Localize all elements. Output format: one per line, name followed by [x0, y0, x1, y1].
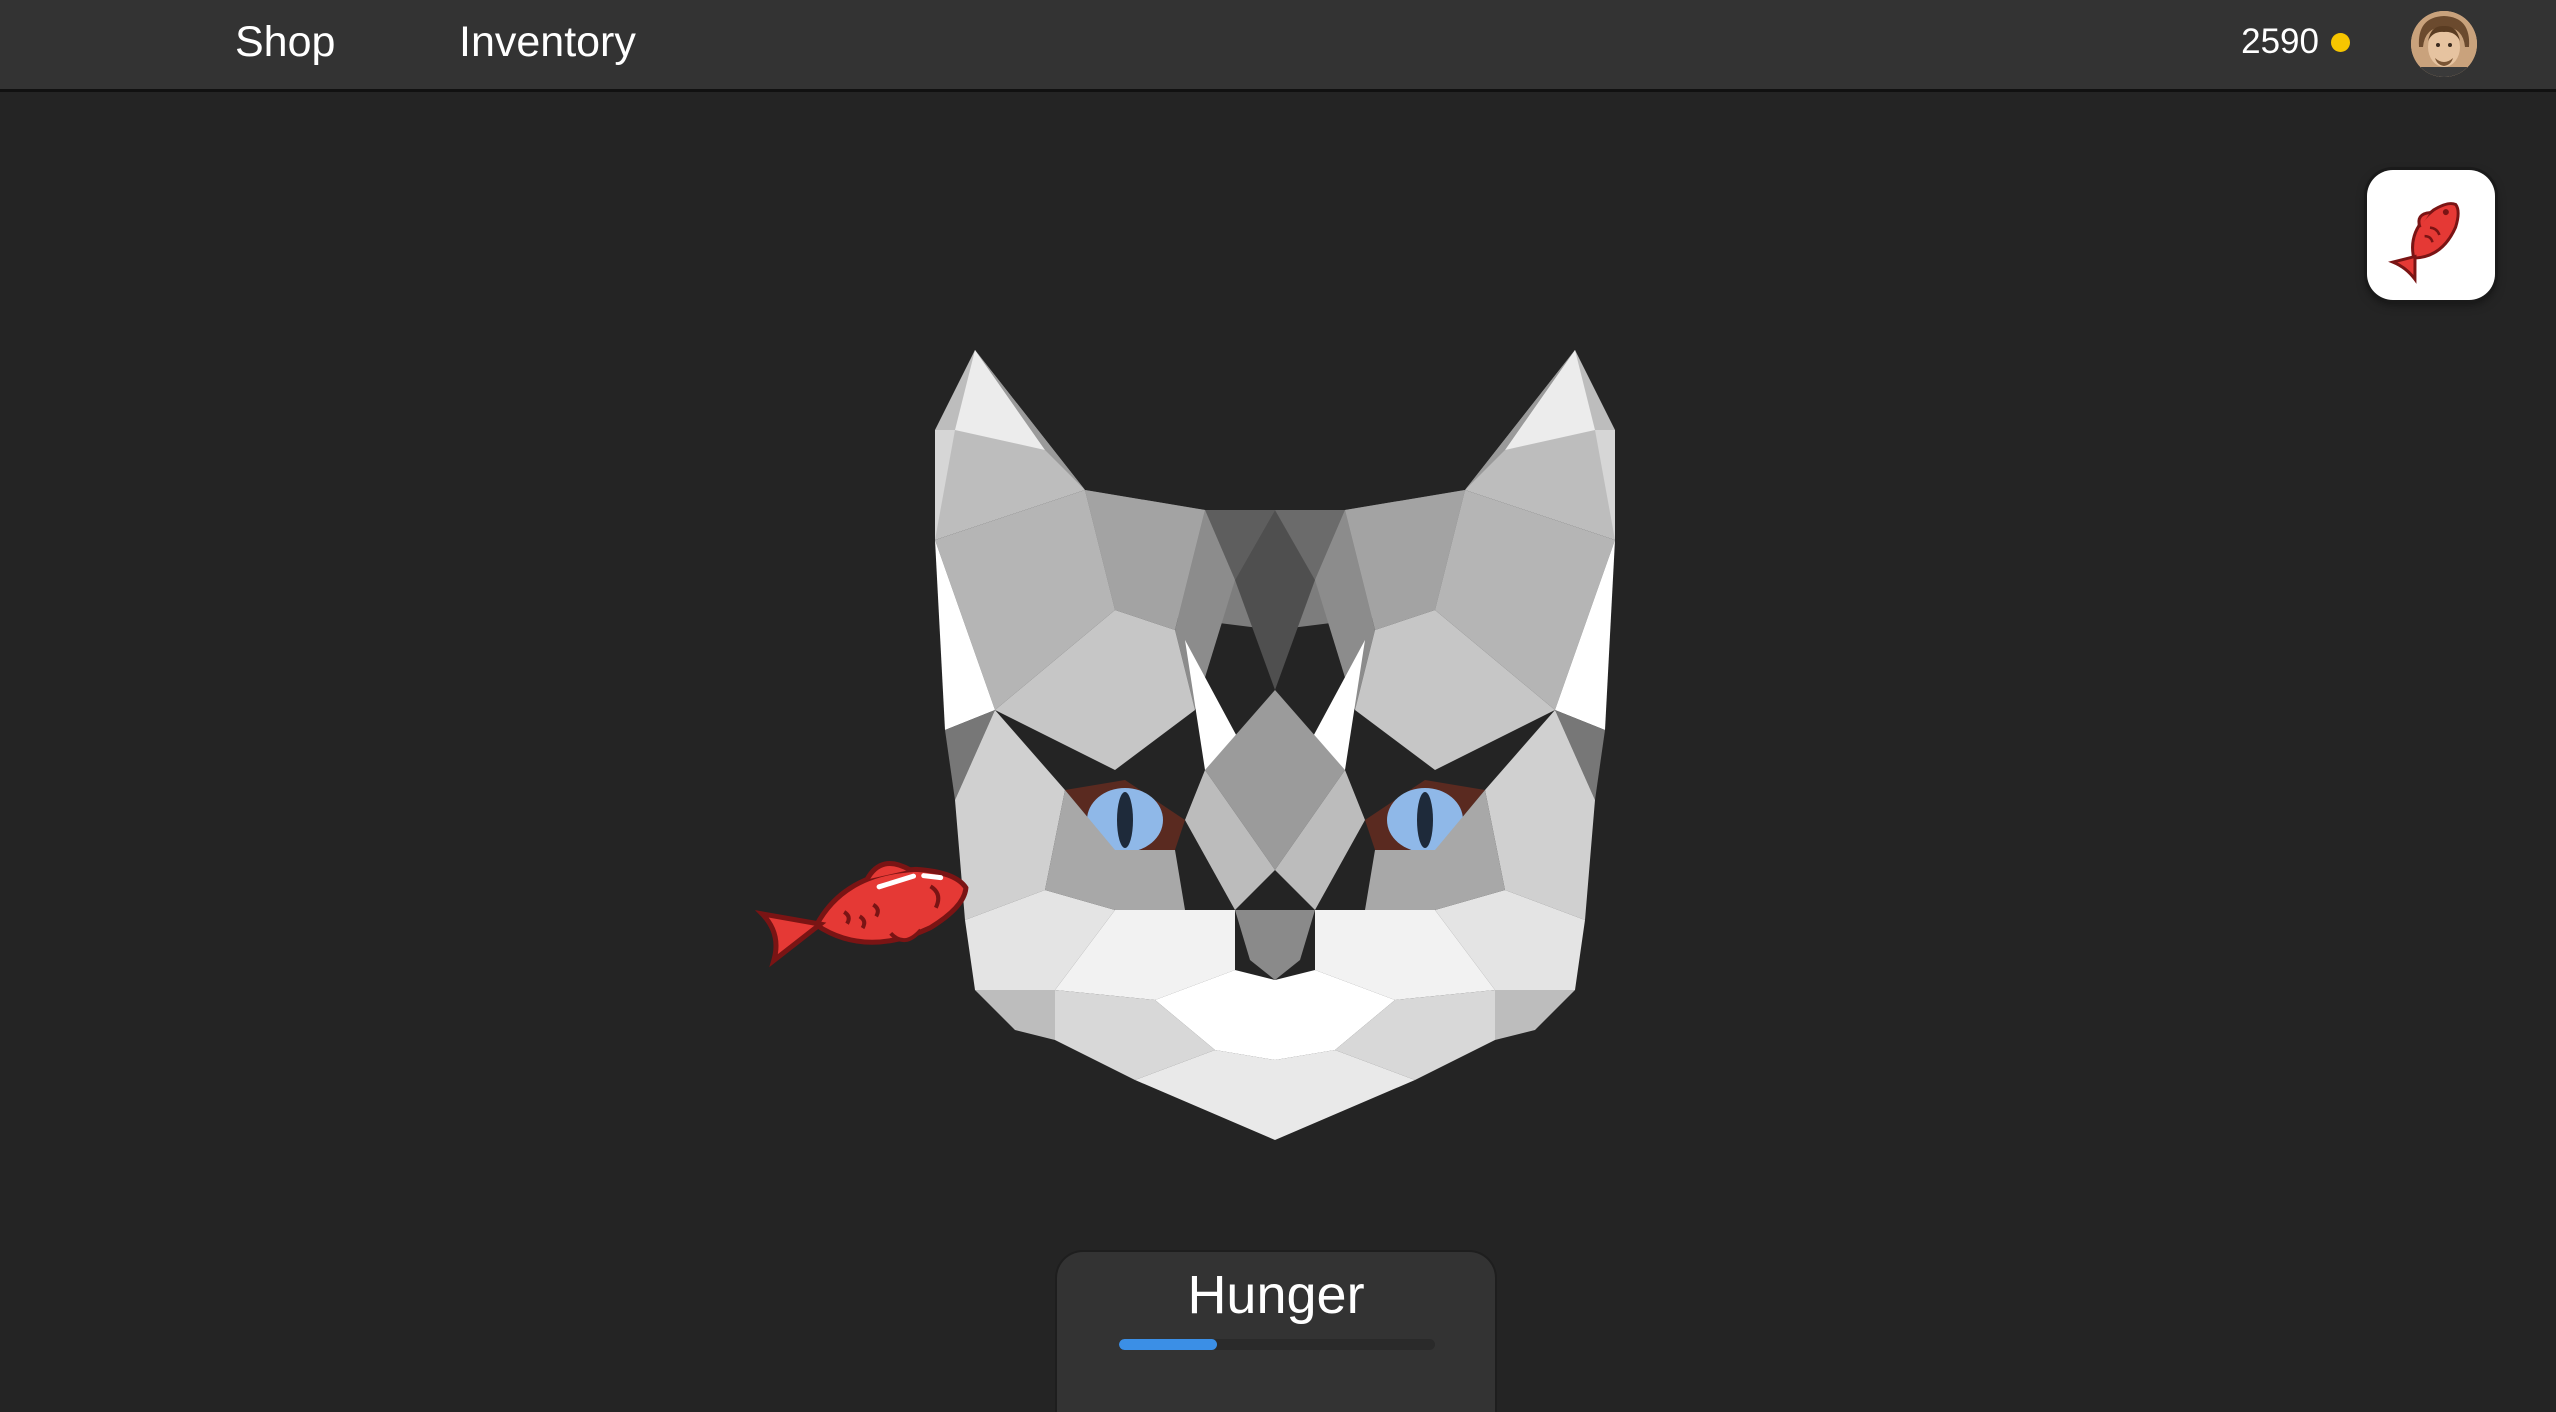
- pet-cat[interactable]: [935, 350, 1615, 1140]
- fish-icon: [2388, 202, 2460, 284]
- hunger-status-panel: Hunger: [1057, 1252, 1495, 1412]
- cat-nose: [1235, 910, 1315, 980]
- coin-icon: [2331, 32, 2350, 52]
- top-navigation-bar: Shop Inventory 2590: [0, 0, 2556, 92]
- hunger-label: Hunger: [1187, 1265, 1365, 1325]
- feed-fish-button[interactable]: [2367, 170, 2495, 300]
- hunger-bar: [1119, 1339, 1435, 1350]
- user-avatar[interactable]: [2411, 11, 2477, 77]
- fish-icon: [754, 860, 969, 968]
- coin-balance: 2590: [2241, 14, 2350, 70]
- nav-inventory-link[interactable]: Inventory: [459, 14, 636, 70]
- coin-count: 2590: [2241, 22, 2319, 61]
- nav-shop-link[interactable]: Shop: [235, 14, 335, 70]
- avatar-icon: [2411, 11, 2477, 77]
- hunger-bar-fill: [1119, 1339, 1217, 1350]
- held-fish[interactable]: [740, 848, 990, 978]
